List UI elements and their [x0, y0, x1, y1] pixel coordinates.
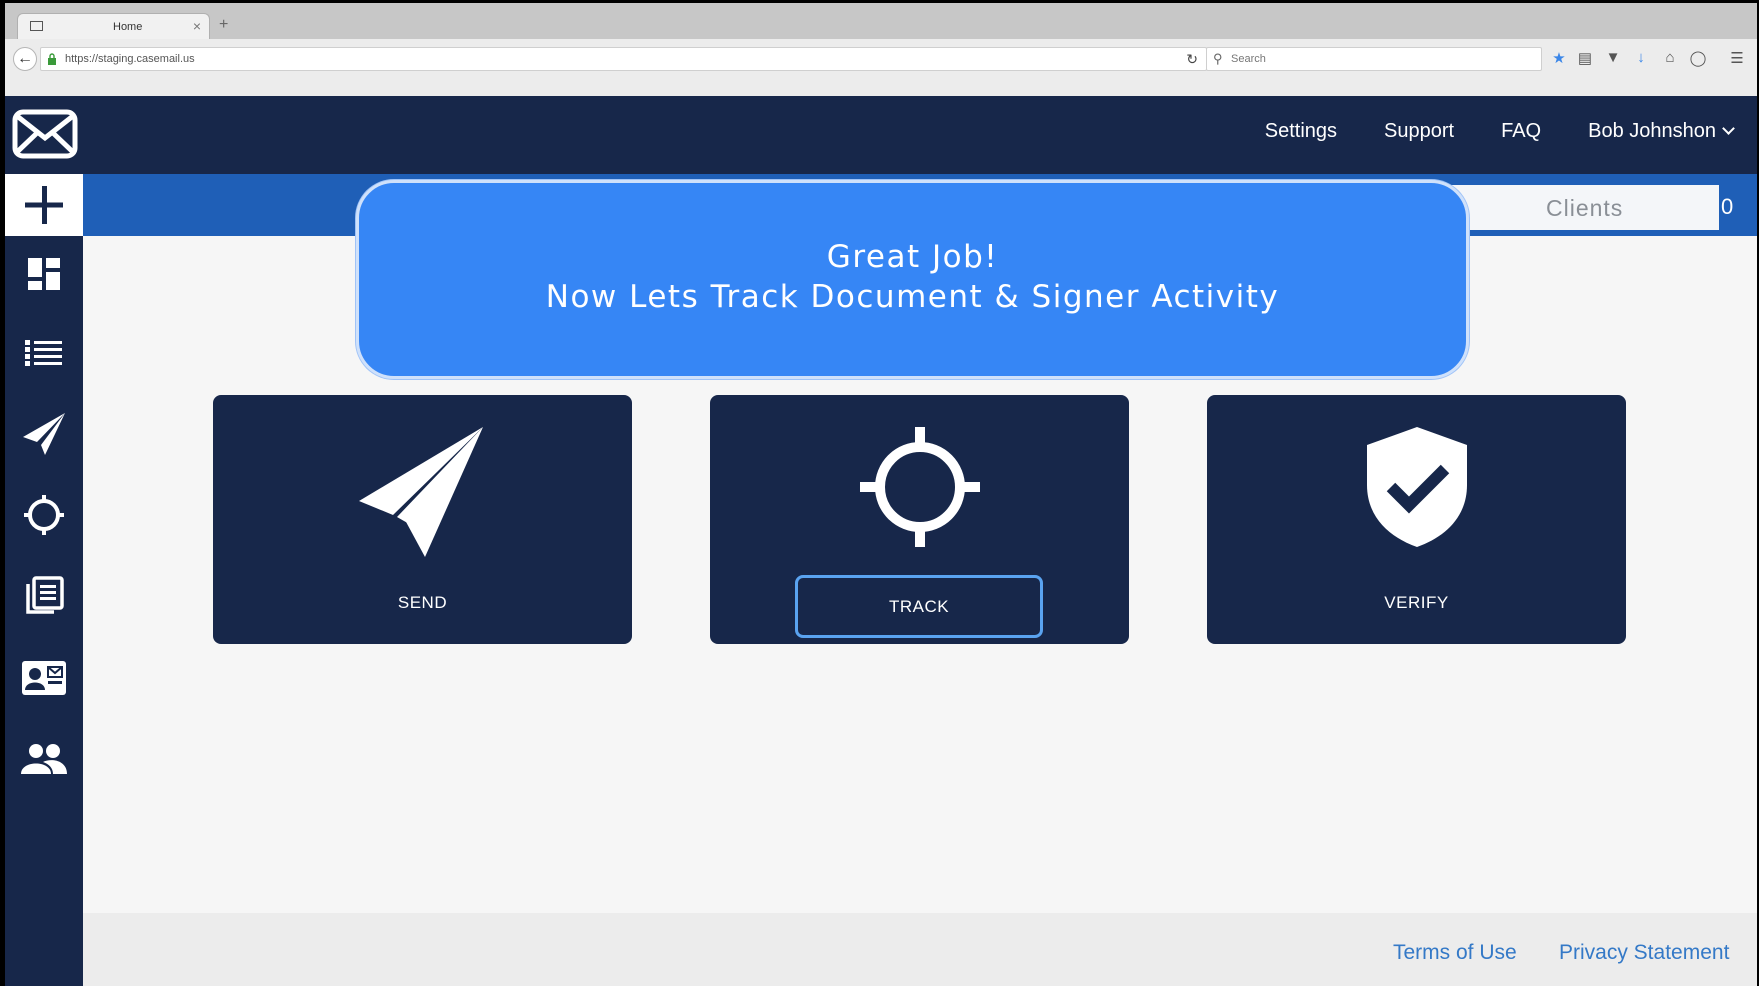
chevron-down-icon [1722, 122, 1735, 135]
sidebar-item-send[interactable] [5, 406, 83, 462]
send-card-label: SEND [397, 593, 448, 612]
paper-plane-icon [358, 427, 483, 557]
track-card[interactable]: TRACK [710, 395, 1129, 644]
contact-card-icon [22, 661, 66, 695]
pocket-icon[interactable]: ▼ [1603, 49, 1623, 66]
new-tab-button[interactable]: + [219, 16, 228, 34]
lock-icon [48, 53, 56, 65]
tab-title: Home [113, 21, 143, 33]
browser-window: Home × + ← https://staging.casemail.us ↻… [5, 3, 1757, 986]
footer: Terms of Use Privacy Statement [83, 913, 1757, 986]
sidebar-item-dashboard[interactable] [5, 246, 83, 302]
sidebar-item-contacts[interactable] [5, 650, 83, 706]
edge-counter: 0 [1721, 194, 1734, 219]
crosshair-icon [859, 427, 980, 547]
tooltip-heading: Great Job! [826, 239, 999, 275]
users-icon [21, 744, 67, 774]
top-nav: Settings Support FAQ Bob Johnshon [1218, 120, 1735, 143]
back-button[interactable]: ← [13, 47, 37, 71]
sidebar-item-track[interactable] [5, 487, 83, 543]
clipboard-icon[interactable]: ▤ [1575, 49, 1595, 67]
tooltip-message: Now Lets Track Document & Signer Activit… [545, 279, 1280, 315]
sidebar-item-list[interactable] [5, 325, 83, 381]
envelope-logo-icon[interactable] [9, 104, 81, 164]
browser-tab-strip: Home × + [5, 3, 1757, 40]
url-text: https://staging.casemail.us [65, 53, 195, 65]
clients-tab-label: Clients [1546, 195, 1624, 221]
sidebar-item-documents[interactable] [5, 568, 83, 624]
verify-card-label: VERIFY [1384, 593, 1449, 612]
documents-icon [26, 576, 64, 614]
dashboard-icon [28, 258, 60, 290]
list-icon [25, 340, 62, 366]
search-icon: ⚲ [1213, 51, 1223, 66]
sidebar-item-users[interactable] [5, 731, 83, 787]
home-icon[interactable]: ⌂ [1660, 49, 1680, 66]
clients-tab[interactable]: Clients [1429, 185, 1719, 230]
user-menu[interactable]: Bob Johnshon [1588, 120, 1735, 143]
left-sidebar [5, 174, 83, 986]
chat-icon[interactable]: ◯ [1688, 49, 1708, 67]
nav-faq[interactable]: FAQ [1501, 120, 1541, 143]
address-bar[interactable]: https://staging.casemail.us ↻ [40, 47, 1207, 71]
reload-icon[interactable]: ↻ [1186, 51, 1198, 68]
terms-of-use-link[interactable]: Terms of Use [1393, 941, 1517, 965]
privacy-statement-link[interactable]: Privacy Statement [1559, 941, 1729, 965]
mail-favicon-icon [30, 21, 43, 31]
browser-toolbar: ← https://staging.casemail.us ↻ ⚲ Search… [5, 39, 1757, 98]
nav-settings[interactable]: Settings [1265, 120, 1337, 143]
browser-tab[interactable]: Home × [17, 13, 210, 40]
sidebar-item-new[interactable] [5, 174, 83, 236]
crosshair-icon [24, 495, 64, 535]
tutorial-tooltip[interactable]: Great Job! Now Lets Track Document & Sig… [356, 180, 1469, 379]
nav-support[interactable]: Support [1384, 120, 1454, 143]
tab-close-icon[interactable]: × [193, 18, 201, 34]
plus-icon [25, 186, 63, 224]
browser-search-input[interactable]: ⚲ Search [1206, 47, 1542, 71]
search-placeholder: Search [1231, 53, 1266, 65]
track-button[interactable]: TRACK [795, 575, 1043, 638]
send-card[interactable]: SEND [213, 395, 632, 644]
bookmark-star-icon[interactable]: ★ [1549, 49, 1569, 67]
download-icon[interactable]: ↓ [1631, 49, 1651, 66]
verify-card[interactable]: VERIFY [1207, 395, 1626, 644]
shield-check-icon [1366, 427, 1467, 547]
app-header: Settings Support FAQ Bob Johnshon [5, 96, 1757, 174]
menu-icon[interactable]: ☰ [1727, 49, 1747, 67]
paper-plane-icon [23, 413, 65, 455]
user-name: Bob Johnshon [1588, 120, 1716, 142]
